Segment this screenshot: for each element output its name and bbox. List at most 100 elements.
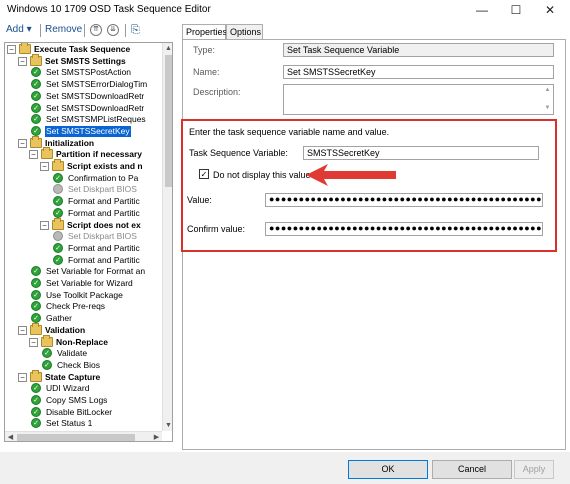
tree-node-label[interactable]: Set Status 1 [45, 418, 93, 429]
name-field[interactable]: Set SMSTSSecretKey [283, 65, 554, 79]
tree-step-node[interactable]: ✓ Format and Partitic [51, 196, 162, 207]
expand-collapse-icon[interactable]: − [18, 138, 27, 148]
tree-step-node[interactable]: ✓ Check Bios [40, 359, 162, 371]
tree-horizontal-scrollbar[interactable]: ◀ ▶ [5, 431, 162, 441]
tree-node-label[interactable]: Gather [45, 313, 73, 324]
tree-node-label[interactable]: Partition if necessary [55, 149, 143, 160]
scroll-thumb[interactable] [165, 55, 172, 187]
tree-step-node[interactable]: Set Diskpart BIOS [51, 231, 162, 242]
remove-button[interactable]: Remove [45, 24, 82, 35]
tree-step-node[interactable]: ✓ Check Pre-reqs [29, 301, 162, 312]
move-down-icon[interactable]: ⇊ [107, 24, 119, 36]
tree-step-node[interactable]: ✓ Set SMSTSDownloadRetr [29, 102, 162, 114]
tree-node-label[interactable]: Set SMSTSDownloadRetr [45, 91, 145, 102]
tree-group-node[interactable]: − Script exists and n [40, 159, 162, 172]
description-scroll-down-icon[interactable]: ▼ [543, 104, 552, 113]
tab-options[interactable]: Options [226, 24, 263, 40]
hide-value-checkbox[interactable]: ✓ [199, 169, 209, 179]
tree-step-node[interactable]: ✓ Set Status 1 [29, 418, 162, 429]
tree-group-node[interactable]: − Validation [18, 322, 162, 336]
cancel-button[interactable]: Cancel [432, 460, 512, 479]
tree-step-node[interactable]: ✓ Set Variable for Format an [29, 266, 162, 277]
apply-button[interactable]: Apply [514, 460, 554, 479]
tree-node-label[interactable]: Set Variable for Format an [45, 266, 146, 277]
tree-group-node[interactable]: − Set SMSTS Settings [18, 53, 162, 67]
tree-group-node[interactable]: − Execute Task Sequence [7, 43, 162, 55]
tree-node-label[interactable]: Format and Partitic [67, 196, 141, 207]
tree-node-label[interactable]: Check Pre-reqs [45, 301, 106, 312]
tree-node-label[interactable]: Set Variable for Wizard [45, 278, 134, 289]
tree-step-node[interactable]: ✓ Format and Partitic [51, 207, 162, 219]
description-field[interactable]: ▲ ▼ [283, 84, 554, 115]
tree-step-node[interactable]: ✓ Confirmation to Pa [51, 172, 162, 184]
tree-node-label[interactable]: Set SMSTSMPListReques [45, 114, 147, 125]
tree-node-label[interactable]: Format and Partitic [67, 255, 141, 266]
tree-node-label[interactable]: Set SMSTS Settings [44, 56, 127, 67]
tree-group-node[interactable]: − Partition if necessary [29, 147, 162, 160]
tree-node-label[interactable]: Execute Task Sequence [33, 44, 131, 55]
tree-step-node[interactable]: ✓ Format and Partitic [51, 254, 162, 266]
hide-value-label[interactable]: Do not display this value [213, 170, 311, 180]
tree-node-label[interactable]: Script exists and n [66, 161, 144, 172]
copy-icon[interactable]: ⎘ [131, 24, 145, 37]
tree-step-node[interactable]: ✓ Set SMSTSDownloadRetr [29, 90, 162, 102]
tree-node-label[interactable]: Disable BitLocker [45, 407, 113, 418]
value-field[interactable]: ●●●●●●●●●●●●●●●●●●●●●●●●●●●●●●●●●●●●●●●●… [265, 193, 543, 207]
ok-button[interactable]: OK [348, 460, 428, 479]
scroll-right-arrow-icon[interactable]: ▶ [151, 432, 162, 441]
expand-collapse-icon[interactable]: − [29, 337, 38, 347]
tree-node-label[interactable]: Script does not ex [66, 220, 142, 231]
expand-collapse-icon[interactable]: − [18, 56, 27, 66]
tree-node-label[interactable]: State Capture [44, 372, 101, 383]
tree-step-node[interactable]: ✓ Copy SMS Logs [29, 395, 162, 406]
tree-group-node[interactable]: − Non-Replace [29, 334, 162, 348]
scroll-down-arrow-icon[interactable]: ▼ [163, 420, 172, 431]
expand-collapse-icon[interactable]: − [7, 45, 16, 54]
expand-collapse-icon[interactable]: − [29, 150, 38, 160]
tree-step-node[interactable]: ✓ Set SMSTSSecretKey [29, 125, 162, 137]
tree-step-node[interactable]: ✓ Disable BitLocker [29, 406, 162, 418]
tree-step-node[interactable]: ✓ Use Toolkit Package [29, 289, 162, 301]
tree-node-label[interactable]: Confirmation to Pa [67, 173, 139, 184]
tree-step-node[interactable]: ✓ Set Variable for Wizard [29, 278, 162, 289]
expand-collapse-icon[interactable]: − [40, 220, 49, 230]
tree-step-node[interactable]: Set Diskpart BIOS [51, 184, 162, 195]
maximize-button[interactable]: ☐ [499, 0, 533, 20]
tree-step-node[interactable]: ✓ Set SMSTSErrorDialogTim [29, 79, 162, 90]
description-scroll-up-icon[interactable]: ▲ [543, 86, 552, 95]
tree-node-label[interactable]: Set Diskpart BIOS [67, 184, 138, 195]
tree-node-label[interactable]: Set Diskpart BIOS [67, 231, 138, 242]
tree-node-label[interactable]: Format and Partitic [67, 243, 141, 254]
tree-node-label[interactable]: Set SMSTSDownloadRetr [45, 103, 145, 114]
tree-node-label[interactable]: Validate [56, 348, 88, 359]
scroll-thumb-horizontal[interactable] [17, 434, 135, 441]
tree-node-label[interactable]: Check Bios [56, 360, 101, 371]
tree-vertical-scrollbar[interactable]: ▲ ▼ [162, 43, 172, 431]
scroll-left-arrow-icon[interactable]: ◀ [5, 432, 16, 441]
tree-group-node[interactable]: − State Capture [18, 369, 162, 383]
close-button[interactable]: ✕ [533, 0, 567, 20]
tree-node-label[interactable]: Set SMSTSPostAction [45, 67, 132, 78]
confirm-value-field[interactable]: ●●●●●●●●●●●●●●●●●●●●●●●●●●●●●●●●●●●●●●●●… [265, 222, 543, 236]
tree-node-label[interactable]: Set SMSTSErrorDialogTim [45, 79, 148, 90]
add-menu-button[interactable]: Add ▾ [6, 24, 32, 35]
tree-step-node[interactable]: ✓ Format and Partitic [51, 242, 162, 254]
tree-step-node[interactable]: ✓ UDI Wizard [29, 383, 162, 394]
variable-name-field[interactable]: SMSTSSecretKey [303, 146, 539, 160]
tree-step-node[interactable]: ✓ Set SMSTSMPListReques [29, 114, 162, 125]
tree-node-label[interactable]: UDI Wizard [45, 383, 90, 394]
expand-collapse-icon[interactable]: − [18, 372, 27, 382]
tree-group-node[interactable]: − Initialization [18, 135, 162, 149]
tree-node-label[interactable]: Use Toolkit Package [45, 290, 124, 301]
move-up-icon[interactable]: ⇈ [90, 24, 102, 36]
tab-properties[interactable]: Properties [182, 24, 227, 40]
expand-collapse-icon[interactable]: − [40, 162, 49, 171]
tree-node-label[interactable]: Validation [44, 325, 86, 336]
minimize-button[interactable]: — [465, 0, 499, 20]
tree-node-label[interactable]: Set SMSTSSecretKey [45, 125, 131, 137]
task-sequence-tree[interactable]: − Execute Task Sequence − Set SMSTS Setting… [4, 42, 173, 442]
tree-step-node[interactable]: ✓ Set SMSTSPostAction [29, 67, 162, 78]
tree-node-label[interactable]: Copy SMS Logs [45, 395, 108, 406]
tree-node-label[interactable]: Format and Partitic [67, 208, 141, 219]
tree-step-node[interactable]: ✓ Validate [40, 348, 162, 359]
